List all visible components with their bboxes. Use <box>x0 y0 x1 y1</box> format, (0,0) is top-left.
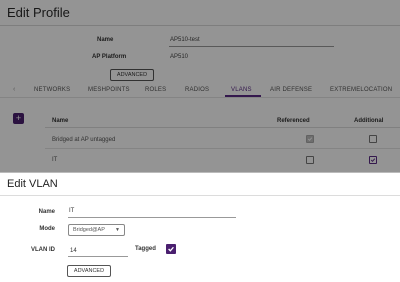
dialog-title-divider <box>0 195 400 196</box>
mode-label: Mode <box>39 226 55 232</box>
mode-select[interactable]: Bridged@AP ▼ <box>68 224 125 236</box>
edit-vlan-dialog: Edit VLAN Name IT Mode Bridged@AP ▼ VLAN… <box>0 172 400 282</box>
modal-backdrop[interactable] <box>0 0 400 172</box>
tagged-label: Tagged <box>135 246 156 252</box>
vlan-name-value: IT <box>69 208 75 214</box>
check-icon <box>168 246 174 252</box>
caret-down-icon: ▼ <box>115 227 120 233</box>
vlan-id-label: VLAN ID <box>31 247 55 253</box>
vlan-id-input[interactable]: 14 <box>68 246 128 257</box>
tagged-checkbox[interactable] <box>166 244 176 254</box>
vlan-name-label: Name <box>38 209 55 215</box>
mode-select-value: Bridged@AP <box>73 227 105 233</box>
dialog-title: Edit VLAN <box>7 178 58 190</box>
vlan-advanced-button[interactable]: ADVANCED <box>67 265 111 277</box>
vlan-name-field[interactable] <box>68 217 236 218</box>
